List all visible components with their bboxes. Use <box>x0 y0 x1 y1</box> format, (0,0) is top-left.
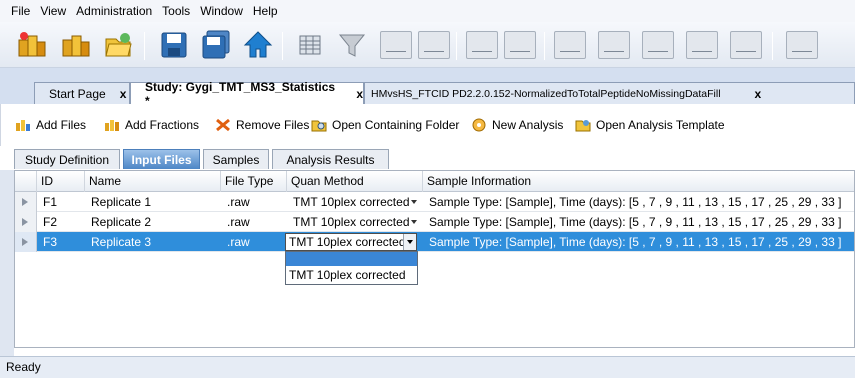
new-study-icon[interactable] <box>14 27 50 63</box>
hierarchy-icon[interactable] <box>416 27 452 63</box>
tab-input-files[interactable]: Input Files <box>123 149 200 169</box>
cell-id: F3 <box>43 235 58 249</box>
new-analysis-button[interactable]: New Analysis <box>471 118 563 132</box>
close-icon[interactable]: x <box>755 87 762 101</box>
eye-view-icon[interactable] <box>502 27 538 63</box>
menu-window[interactable]: Window <box>195 0 248 22</box>
template-icon <box>575 118 591 132</box>
chevron-down-icon[interactable] <box>411 200 417 204</box>
status-bar: Ready <box>0 356 855 378</box>
status-text: Ready <box>6 360 41 374</box>
cell-name[interactable]: Replicate 2 <box>87 212 221 232</box>
save-all-icon[interactable] <box>198 27 234 63</box>
open-containing-folder-button[interactable]: Open Containing Folder <box>311 118 459 132</box>
tab-result-file[interactable]: HMvsHS_FTCID PD2.2.0.152-NormalizedToTot… <box>364 82 855 104</box>
remove-icon <box>215 118 231 132</box>
column-file-type[interactable]: File Type <box>221 171 287 192</box>
cell-quan-method[interactable]: TMT 10plex corrected <box>289 192 413 212</box>
chromatogram-icon[interactable] <box>596 27 632 63</box>
menu-view[interactable]: View <box>35 0 71 22</box>
table-row-selected[interactable]: F3 Replicate 3 .raw TMT 10plex corrected… <box>15 232 854 252</box>
quan-method-dropdown-list: TMT 10plex corrected <box>285 251 418 285</box>
data-table-icon[interactable] <box>292 27 328 63</box>
scatter-plot-icon[interactable] <box>378 27 414 63</box>
column-id[interactable]: ID <box>37 171 85 192</box>
button-label: Add Fractions <box>125 118 200 132</box>
input-files-grid: ID Name File Type Quan Method Sample Inf… <box>14 170 855 348</box>
dropdown-value: TMT 10plex corrected <box>289 235 406 249</box>
tab-start-page[interactable]: Start Page x <box>34 82 130 104</box>
bar-spectrum-icon[interactable] <box>640 27 676 63</box>
report-icon[interactable] <box>728 27 764 63</box>
button-label: Open Containing Folder <box>332 118 460 132</box>
tab-analysis-results[interactable]: Analysis Results <box>272 149 389 169</box>
row-header-corner[interactable] <box>15 171 37 192</box>
menu-file[interactable]: File <box>6 0 35 22</box>
add-files-button[interactable]: Add Files <box>15 118 86 132</box>
row-selector[interactable] <box>15 212 37 232</box>
button-label: Remove Files <box>236 118 310 132</box>
column-quan-method[interactable]: Quan Method <box>287 171 423 192</box>
dropdown-option[interactable]: TMT 10plex corrected <box>286 266 417 284</box>
save-icon[interactable] <box>156 27 192 63</box>
row-selector[interactable] <box>15 192 37 212</box>
button-label: Add Files <box>36 118 87 132</box>
cell-name[interactable]: Replicate 1 <box>87 192 221 212</box>
row-selector[interactable] <box>15 232 37 252</box>
folder-search-icon <box>311 118 327 132</box>
button-label: Open Analysis Template <box>596 118 725 132</box>
spectrum-icon[interactable] <box>552 27 588 63</box>
home-icon[interactable] <box>240 27 276 63</box>
add-files-icon <box>15 118 31 132</box>
cell-file-type: .raw <box>227 195 250 209</box>
table-row[interactable]: F2 Replicate 2 .raw TMT 10plex corrected… <box>15 212 854 232</box>
chevron-down-icon[interactable] <box>411 220 417 224</box>
add-fractions-icon <box>104 118 120 132</box>
open-study-icon[interactable] <box>58 27 94 63</box>
tab-label: Start Page <box>49 86 106 101</box>
cell-sample-information[interactable]: Sample Type: [Sample], Time (days): [5 ,… <box>425 192 854 212</box>
command-bar: Add Files Add Fractions Remove Files Ope… <box>0 104 855 146</box>
cell-sample-information[interactable]: Sample Type: [Sample], Time (days): [5 ,… <box>425 212 854 232</box>
tab-label: HMvsHS_FTCID PD2.2.0.152-NormalizedToTot… <box>371 87 721 100</box>
table-row[interactable]: F1 Replicate 1 .raw TMT 10plex corrected… <box>15 192 854 212</box>
open-analysis-template-button[interactable]: Open Analysis Template <box>575 118 725 132</box>
grid-view-icon[interactable] <box>464 27 500 63</box>
toolbar <box>0 22 855 68</box>
remove-files-button[interactable]: Remove Files <box>215 118 309 132</box>
quan-method-dropdown[interactable]: TMT 10plex corrected <box>285 233 417 251</box>
grid-header: ID Name File Type Quan Method Sample Inf… <box>15 171 854 192</box>
menu-help[interactable]: Help <box>248 0 283 22</box>
document-tab-bar: Start Page x Study: Gygi_TMT_MS3_Statist… <box>0 68 855 108</box>
tab-samples[interactable]: Samples <box>203 149 269 169</box>
analysis-icon <box>471 118 487 132</box>
cell-file-type: .raw <box>227 235 250 249</box>
cell-id: F2 <box>43 215 58 229</box>
peak-icon[interactable] <box>684 27 720 63</box>
left-margin <box>0 170 14 356</box>
add-fractions-button[interactable]: Add Fractions <box>104 118 199 132</box>
menu-administration[interactable]: Administration <box>71 0 157 22</box>
menu-bar: File View Administration Tools Window He… <box>0 0 855 22</box>
button-label: New Analysis <box>492 118 564 132</box>
menu-tools[interactable]: Tools <box>157 0 195 22</box>
cell-id: F1 <box>43 195 58 209</box>
cell-sample-information[interactable]: Sample Type: [Sample], Time (days): [5 ,… <box>425 232 854 252</box>
tab-study-definition[interactable]: Study Definition <box>14 149 120 169</box>
column-name[interactable]: Name <box>85 171 221 192</box>
cell-name[interactable]: Replicate 3 <box>87 232 221 252</box>
open-folder-icon[interactable] <box>100 27 136 63</box>
cell-file-type: .raw <box>227 215 250 229</box>
settings-icon[interactable] <box>784 27 820 63</box>
dropdown-option-empty[interactable] <box>286 252 417 266</box>
close-icon[interactable]: x <box>356 87 363 101</box>
chevron-down-icon[interactable] <box>403 234 416 250</box>
close-icon[interactable]: x <box>120 87 127 101</box>
cell-quan-method[interactable]: TMT 10plex corrected <box>289 212 413 232</box>
tab-study[interactable]: Study: Gygi_TMT_MS3_Statistics * x <box>130 80 364 108</box>
filter-icon[interactable] <box>334 27 370 63</box>
column-sample-information[interactable]: Sample Information <box>423 171 854 192</box>
